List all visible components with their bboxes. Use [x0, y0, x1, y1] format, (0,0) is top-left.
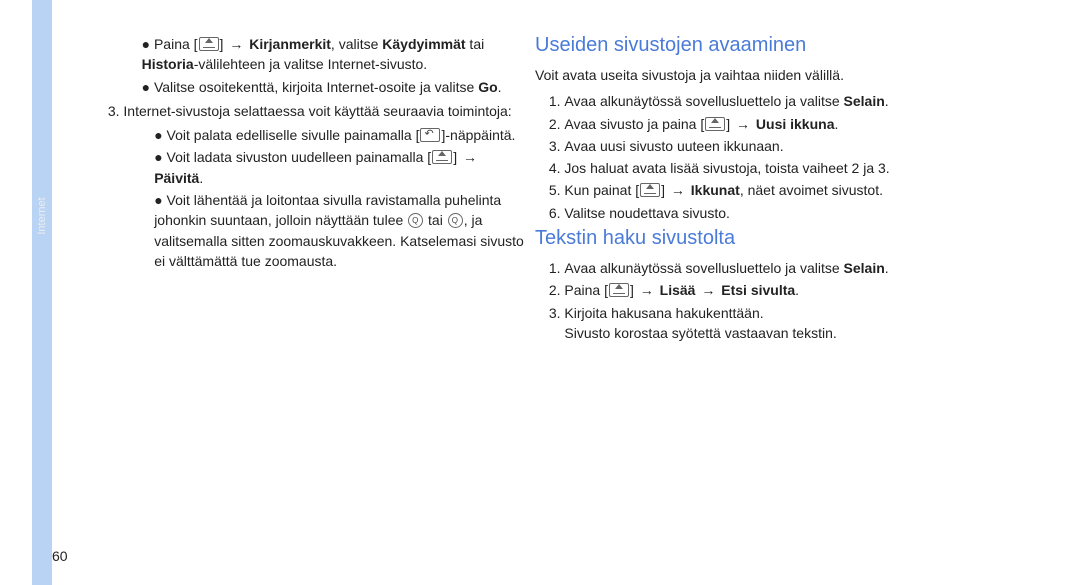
list-item: Voit ladata sivuston uudelleen painamall…: [154, 147, 524, 188]
list-item: Avaa uusi sivusto uuteen ikkunaan.: [564, 136, 975, 156]
text: tai: [466, 36, 485, 52]
home-menu-icon: [609, 283, 629, 297]
text-bold: Etsi sivulta: [721, 282, 795, 298]
text: -välilehteen ja valitse Internet-sivusto…: [194, 56, 427, 72]
text-bold: Päivitä: [154, 170, 199, 186]
zoom-out-icon: [448, 213, 463, 228]
home-menu-icon: [432, 150, 452, 164]
text-bold: Historia: [142, 56, 194, 72]
list-item: Kirjoita hakusana hakukenttään. Sivusto …: [564, 303, 975, 344]
list-item: Avaa sivusto ja paina [] → Uusi ikkuna.: [564, 114, 975, 134]
step-3: Internet-sivustoja selattaessa voit käyt…: [123, 101, 524, 271]
home-menu-icon: [640, 183, 660, 197]
text: Internet-sivustoja selattaessa voit käyt…: [123, 103, 511, 119]
text: .: [835, 116, 839, 132]
text: Sivusto korostaa syötettä vastaavan teks…: [564, 325, 836, 341]
text: Avaa alkunäytössä sovellusluettelo ja va…: [564, 260, 843, 276]
text: Voit ladata sivuston uudelleen painamall…: [167, 149, 432, 165]
text: Paina [: [564, 282, 608, 298]
text: .: [199, 170, 203, 186]
arrow-icon: →: [227, 36, 245, 52]
left-column: Paina [] → Kirjanmerkit, valitse Käydyim…: [94, 30, 524, 275]
text-bold: Käydyimmät: [382, 36, 465, 52]
heading-find-text: Tekstin haku sivustolta: [535, 227, 975, 250]
text: .: [498, 79, 502, 95]
text: tai: [424, 212, 447, 228]
text: ]: [453, 149, 461, 165]
text-bold: Ikkunat: [691, 182, 740, 198]
text: .: [885, 93, 889, 109]
text: , valitse: [331, 36, 382, 52]
text: ]: [726, 116, 734, 132]
text-bold: Go: [478, 79, 497, 95]
text: ]: [630, 282, 638, 298]
list-item: Valitse osoitekenttä, kirjoita Internet-…: [142, 77, 524, 97]
text-bold: Lisää: [660, 282, 696, 298]
list-item: Paina [] → Lisää → Etsi sivulta.: [564, 280, 975, 300]
text: Voit palata edelliselle sivulle painamal…: [167, 127, 420, 143]
right-column: Useiden sivustojen avaaminen Voit avata …: [535, 30, 975, 347]
list-item: Paina [] → Kirjanmerkit, valitse Käydyim…: [142, 34, 524, 75]
text: Avaa sivusto ja paina [: [564, 116, 704, 132]
text: .: [795, 282, 799, 298]
text: Valitse osoitekenttä, kirjoita Internet-…: [154, 79, 478, 95]
list-item: Avaa alkunäytössä sovellusluettelo ja va…: [564, 91, 975, 111]
list-item: Avaa alkunäytössä sovellusluettelo ja va…: [564, 258, 975, 278]
list-item: Voit lähentää ja loitontaa sivulla ravis…: [154, 190, 524, 271]
back-icon: [420, 128, 440, 142]
list-item: Voit palata edelliselle sivulle painamal…: [154, 125, 524, 145]
text: .: [885, 260, 889, 276]
text-bold: Selain: [844, 93, 885, 109]
sidebar-tab: Internet: [32, 0, 52, 585]
arrow-icon: →: [699, 282, 717, 298]
home-menu-icon: [199, 37, 219, 51]
text-bold: Selain: [844, 260, 885, 276]
text: Avaa alkunäytössä sovellusluettelo ja va…: [564, 93, 843, 109]
list-item: Kun painat [] → Ikkunat, näet avoimet si…: [564, 180, 975, 200]
text: Paina [: [154, 36, 198, 52]
list-item: Jos haluat avata lisää sivustoja, toista…: [564, 158, 975, 178]
text-bold: Kirjanmerkit: [249, 36, 331, 52]
text: ]-näppäintä.: [441, 127, 515, 143]
text: ]: [661, 182, 669, 198]
heading-multiple-pages: Useiden sivustojen avaaminen: [535, 34, 975, 57]
intro: Voit avata useita sivustoja ja vaihtaa n…: [535, 65, 975, 85]
arrow-icon: →: [734, 116, 752, 132]
text: Kirjoita hakusana hakukenttään.: [564, 305, 763, 321]
arrow-icon: →: [461, 149, 479, 165]
list-item: Valitse noudettava sivusto.: [564, 203, 975, 223]
text: Kun painat [: [564, 182, 639, 198]
sidebar-label: Internet: [36, 197, 48, 234]
arrow-icon: →: [638, 282, 656, 298]
page-number: 60: [52, 548, 68, 564]
home-menu-icon: [705, 117, 725, 131]
text: , näet avoimet sivustot.: [740, 182, 883, 198]
zoom-in-icon: [408, 213, 423, 228]
text-bold: Uusi ikkuna: [756, 116, 835, 132]
arrow-icon: →: [669, 182, 687, 198]
